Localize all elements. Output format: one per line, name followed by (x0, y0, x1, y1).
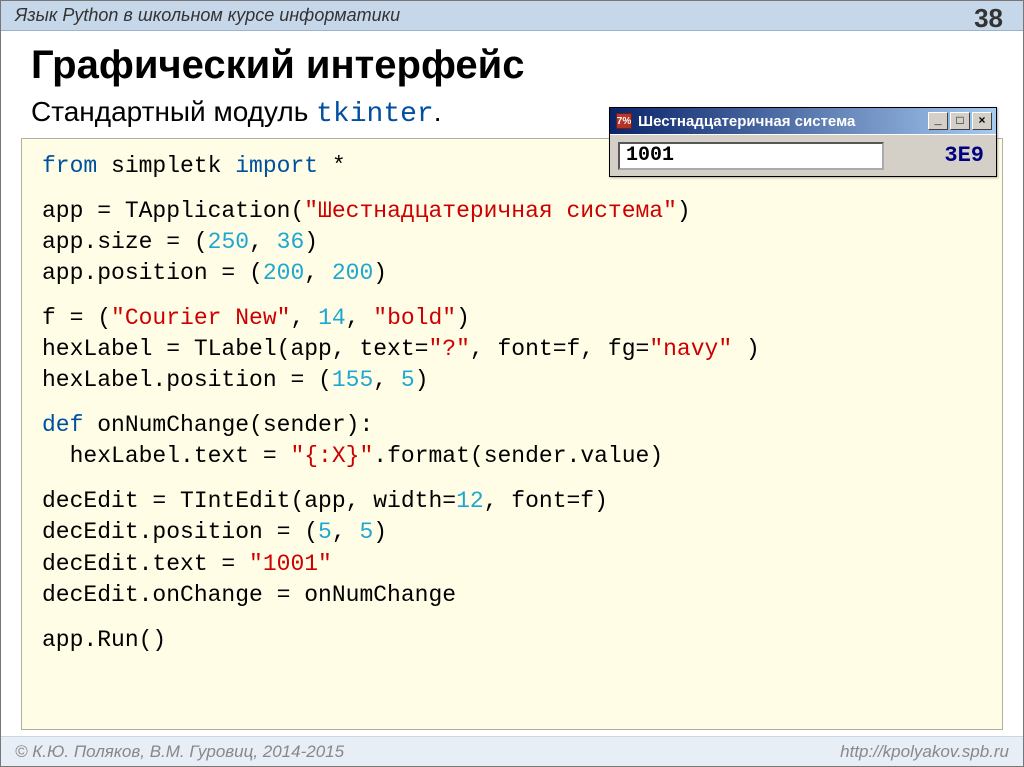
code-str: "1001" (249, 551, 332, 577)
code-paragraph-5: decEdit = TIntEdit(app, width=12, font=f… (42, 486, 982, 610)
code-text: * (318, 153, 346, 179)
subtitle-prefix: Стандартный модуль (31, 96, 316, 127)
code-text: onNumChange(sender): (83, 412, 373, 438)
code-num: 14 (318, 305, 346, 331)
code-str: "{:X}" (290, 443, 373, 469)
code-text: hexLabel.position = ( (42, 367, 332, 393)
code-num: 12 (456, 488, 484, 514)
tk-titlebar: 7% Шестнадцатеричная система _ □ × (610, 108, 996, 134)
code-text: app.size = ( (42, 229, 208, 255)
code-kw: from (42, 153, 97, 179)
maximize-button[interactable]: □ (950, 112, 970, 130)
tk-window: 7% Шестнадцатеричная система _ □ × 1001 … (609, 107, 997, 177)
code-text: , (290, 305, 318, 331)
code-text: app.Run() (42, 627, 166, 653)
code-text: .format(sender.value) (373, 443, 663, 469)
code-text: ) (732, 336, 760, 362)
slide: Язык Python в школьном курсе информатики… (0, 0, 1024, 767)
code-str: "bold" (373, 305, 456, 331)
code-text: decEdit.position = ( (42, 519, 318, 545)
code-paragraph-2: app = TApplication("Шестнадцатеричная си… (42, 196, 982, 289)
code-text: app.position = ( (42, 260, 263, 286)
code-kw: def (42, 412, 83, 438)
code-str: "?" (428, 336, 469, 362)
close-icon: × (978, 114, 985, 128)
code-paragraph-3: f = ("Courier New", 14, "bold") hexLabel… (42, 303, 982, 396)
subtitle-suffix: . (434, 96, 442, 127)
code-text: ) (304, 229, 318, 255)
minimize-icon: _ (934, 114, 941, 128)
footer-copyright: © К.Ю. Поляков, В.М. Гуровиц, 2014-2015 (15, 742, 344, 762)
tk-window-title: Шестнадцатеричная система (638, 113, 928, 130)
code-str: "navy" (649, 336, 732, 362)
window-buttons: _ □ × (928, 112, 992, 130)
minimize-button[interactable]: _ (928, 112, 948, 130)
header-subject: Язык Python в школьном курсе информатики (15, 5, 400, 26)
tk-app-icon: 7% (616, 113, 632, 129)
hex-output: 3E9 (898, 143, 988, 168)
code-text: decEdit = TIntEdit(app, width= (42, 488, 456, 514)
code-text: decEdit.onChange = onNumChange (42, 582, 456, 608)
code-text: , (249, 229, 277, 255)
code-text: hexLabel = TLabel(app, text= (42, 336, 428, 362)
close-button[interactable]: × (972, 112, 992, 130)
footer-bar: © К.Ю. Поляков, В.М. Гуровиц, 2014-2015 … (1, 736, 1023, 766)
code-text: , (332, 519, 360, 545)
code-num: 250 (208, 229, 249, 255)
code-text: , (304, 260, 332, 286)
slide-title: Графический интерфейс (1, 31, 1023, 90)
maximize-icon: □ (956, 114, 963, 128)
subtitle-module: tkinter (316, 99, 434, 130)
code-str: "Шестнадцатеричная система" (304, 198, 677, 224)
code-paragraph-4: def onNumChange(sender): hexLabel.text =… (42, 410, 982, 472)
code-num: 155 (332, 367, 373, 393)
code-block: from simpletk import * app = TApplicatio… (21, 138, 1003, 730)
header-bar: Язык Python в школьном курсе информатики… (1, 1, 1023, 31)
code-text: , (373, 367, 401, 393)
code-text: ) (373, 519, 387, 545)
code-num: 5 (318, 519, 332, 545)
code-text: , font=f, fg= (470, 336, 649, 362)
code-text: hexLabel.text = (42, 443, 290, 469)
page-number: 38 (974, 3, 1003, 34)
code-text: ) (677, 198, 691, 224)
decimal-input[interactable]: 1001 (618, 142, 884, 170)
code-str: "Courier New" (111, 305, 290, 331)
tk-app-icon-text: 7% (617, 116, 631, 127)
code-text: , (346, 305, 374, 331)
code-text: ) (456, 305, 470, 331)
code-paragraph-6: app.Run() (42, 625, 982, 656)
code-text: ) (373, 260, 387, 286)
decimal-input-value: 1001 (626, 144, 674, 167)
tk-body: 1001 3E9 (610, 134, 996, 176)
code-text: decEdit.text = (42, 551, 249, 577)
code-num: 200 (263, 260, 304, 286)
code-text: ) (415, 367, 429, 393)
code-text: simpletk (97, 153, 235, 179)
code-num: 200 (332, 260, 373, 286)
code-text: f = ( (42, 305, 111, 331)
code-text: , font=f) (484, 488, 608, 514)
code-num: 36 (277, 229, 305, 255)
code-text: app = TApplication( (42, 198, 304, 224)
code-num: 5 (359, 519, 373, 545)
code-num: 5 (401, 367, 415, 393)
footer-url: http://kpolyakov.spb.ru (840, 742, 1009, 762)
code-kw: import (235, 153, 318, 179)
